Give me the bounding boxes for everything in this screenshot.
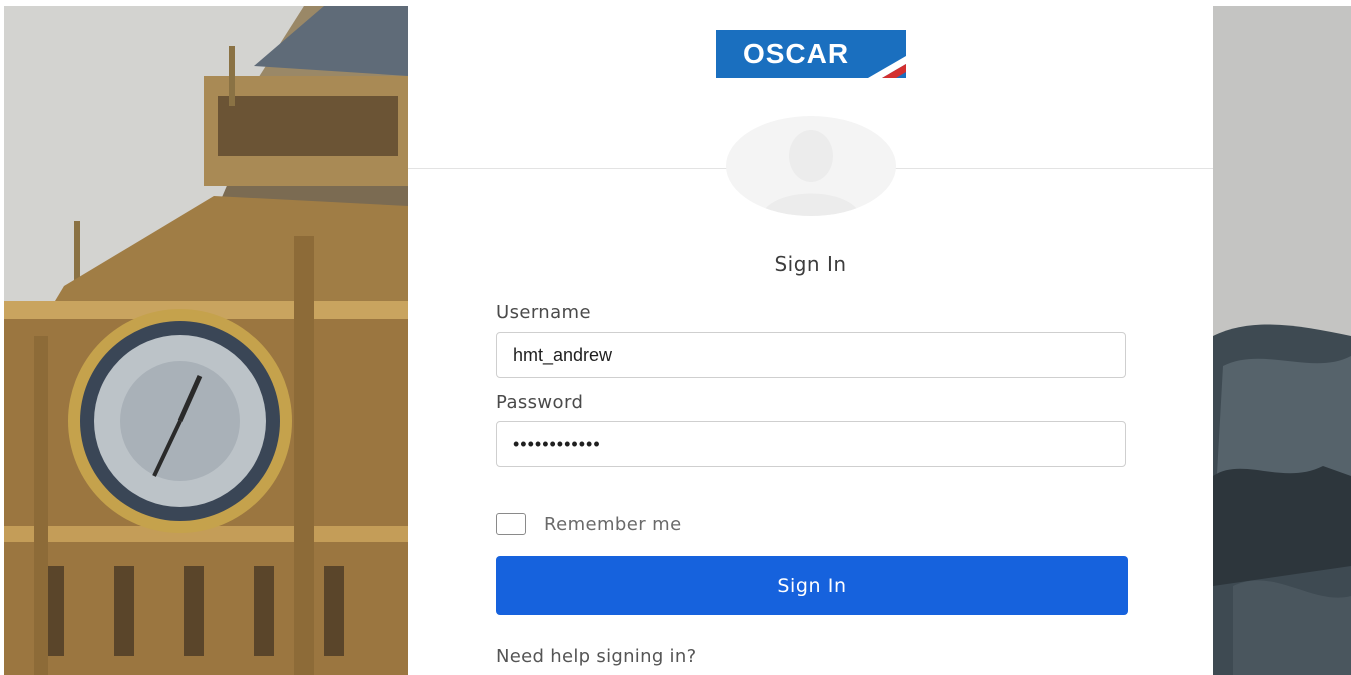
login-card: OSCAR Sign In Username Password Remember… (408, 6, 1213, 675)
background-clock-tower-image (4, 6, 408, 675)
help-link[interactable]: Need help signing in? (496, 646, 696, 667)
username-label: Username (496, 302, 591, 323)
login-page: OSCAR Sign In Username Password Remember… (0, 0, 1351, 675)
remember-me-checkbox[interactable] (496, 513, 526, 535)
form-title: Sign In (774, 252, 847, 276)
remember-me-label[interactable]: Remember me (544, 514, 682, 535)
oscar-logo: OSCAR (716, 30, 906, 78)
remember-me-row[interactable]: Remember me (496, 510, 682, 538)
avatar (726, 116, 896, 216)
background-statue-image (1213, 6, 1351, 675)
username-input[interactable] (496, 332, 1126, 378)
password-label: Password (496, 392, 584, 413)
user-silhouette-icon (761, 130, 861, 216)
sign-in-button[interactable]: Sign In (496, 556, 1128, 615)
password-input[interactable] (496, 421, 1126, 467)
logo-text: OSCAR (742, 38, 850, 69)
